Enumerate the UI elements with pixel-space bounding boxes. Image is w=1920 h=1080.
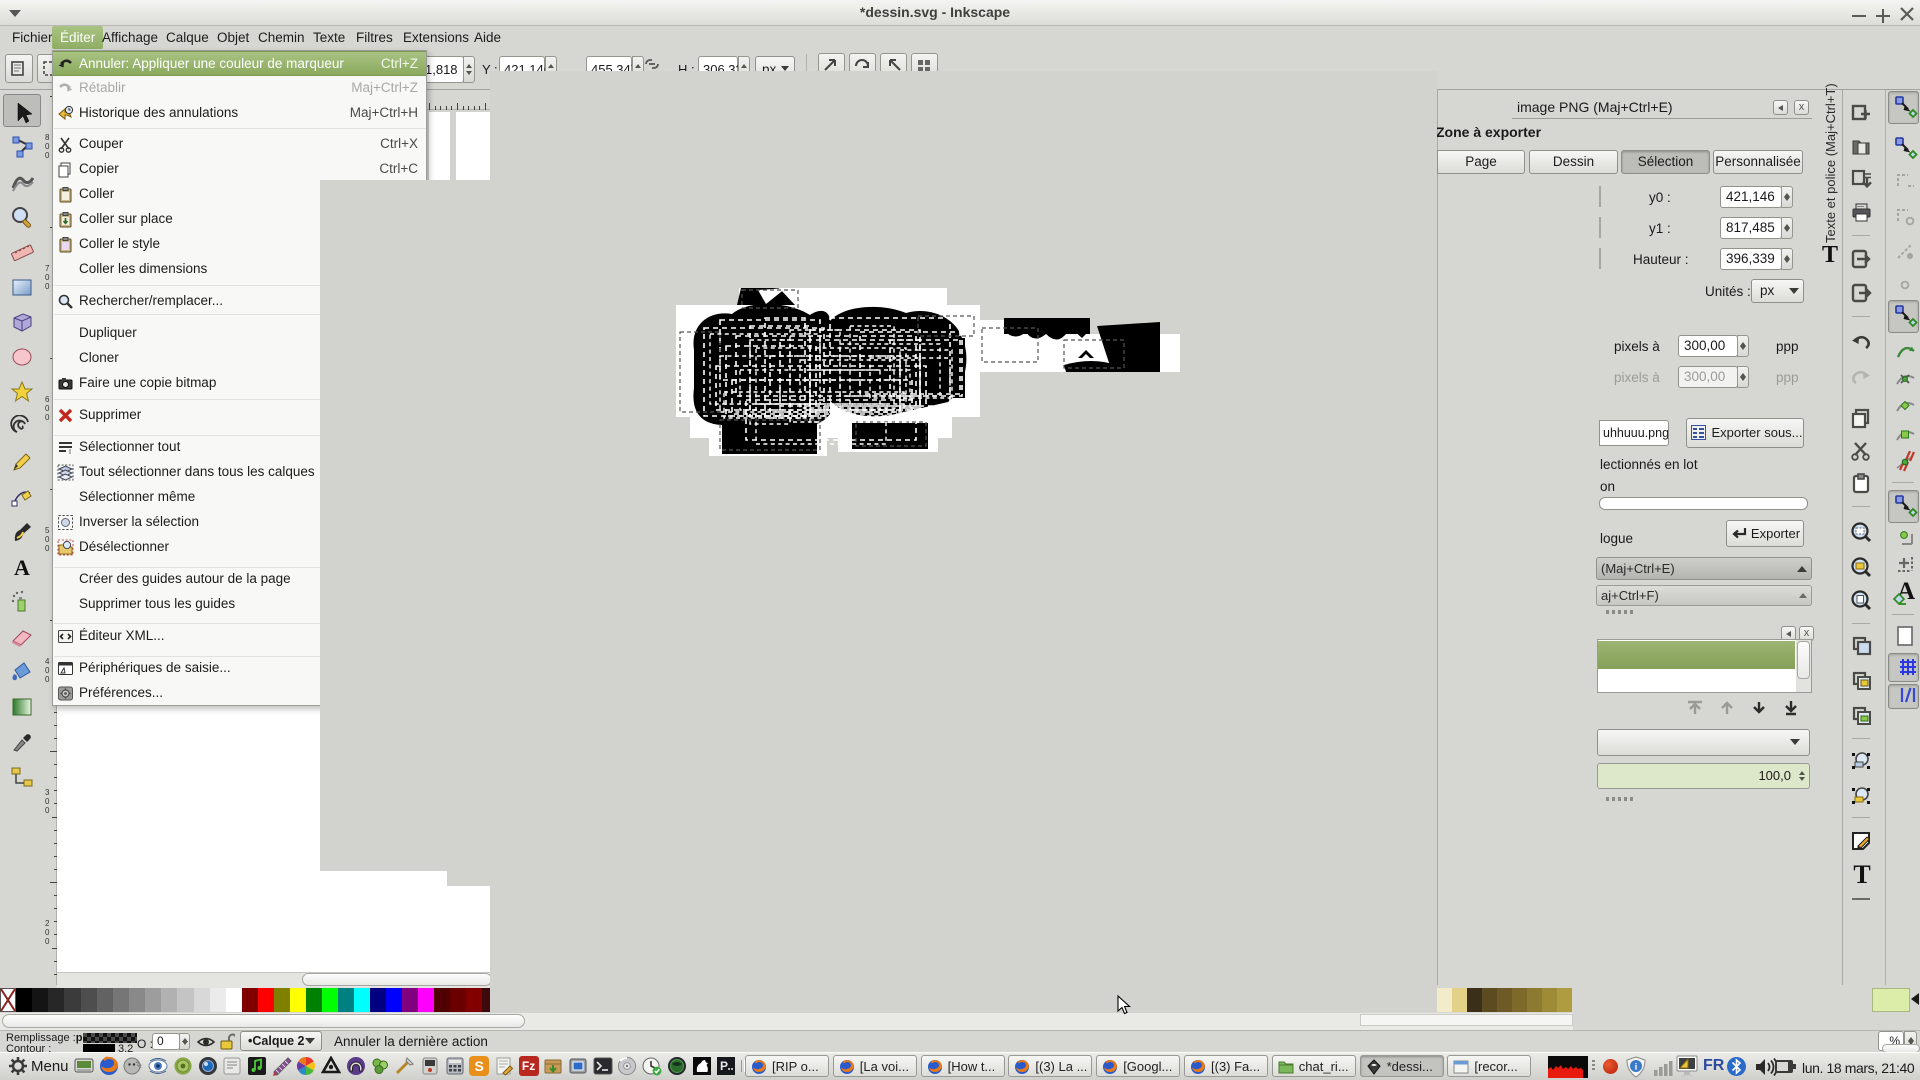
svg-text:I: I (69, 449, 71, 456)
svg-text:P: P (720, 1059, 728, 1073)
svg-text:A: A (14, 555, 30, 579)
